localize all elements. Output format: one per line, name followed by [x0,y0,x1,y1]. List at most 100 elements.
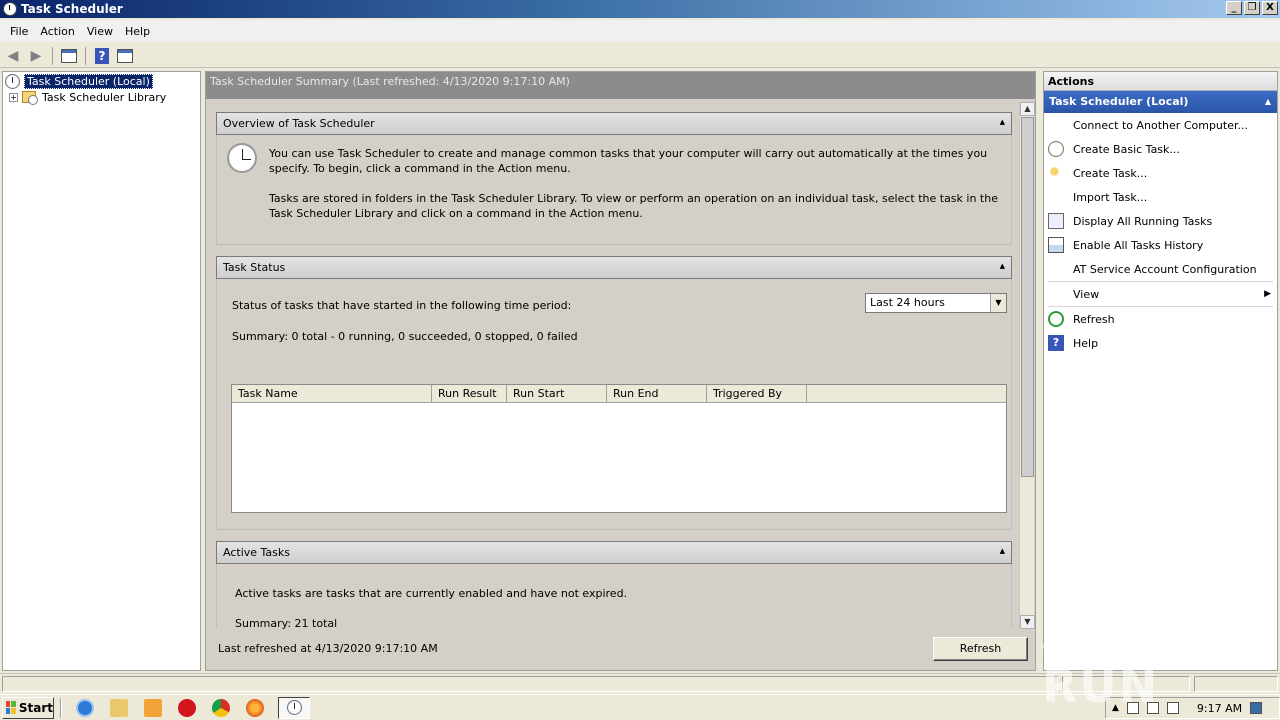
column-header-triggered-by[interactable]: Triggered By [707,385,807,402]
toolbar-divider [85,46,86,65]
clock-icon [5,73,20,89]
window-title: Task Scheduler [21,2,123,16]
action-label: Help [1073,336,1099,350]
collapse-icon[interactable]: ▲ [1000,547,1005,555]
windows-logo-icon [6,701,16,714]
chevron-down-icon[interactable]: ▼ [990,294,1006,312]
collapse-icon[interactable]: ▲ [1265,97,1271,106]
action-label: Display All Running Tasks [1073,214,1213,228]
action-label: View [1073,287,1100,301]
column-header-run-start[interactable]: Run Start [507,385,607,402]
file-explorer-icon[interactable] [110,698,128,717]
task-status-table: Task Name Run Result Run Start Run End T… [231,384,1007,513]
action-enable-all-tasks-history[interactable]: Enable All Tasks History [1044,233,1277,257]
refresh-button[interactable]: Refresh [933,637,1028,661]
chrome-icon[interactable] [212,698,230,717]
period-select-value: Last 24 hours [870,296,945,309]
actions-title: Actions [1044,72,1277,91]
task-status-section: Status of tasks that have started in the… [216,279,1012,530]
period-select[interactable]: Last 24 hours ▼ [865,293,1007,313]
status-cell [1194,676,1278,692]
collapse-icon[interactable]: ▲ [1000,262,1005,270]
menu-action[interactable]: Action [34,23,80,40]
status-summary: Summary: 0 total - 0 running, 0 succeede… [232,330,578,343]
column-header-run-result[interactable]: Run Result [432,385,507,402]
clock-icon [3,2,17,16]
menu-help[interactable]: Help [119,23,156,40]
action-at-service-account-configuration[interactable]: AT Service Account Configuration [1044,257,1277,281]
action-create-task[interactable]: Create Task... [1044,161,1277,185]
system-tray: ▲ 9:17 AM [1105,697,1280,719]
taskbar-divider [60,697,62,718]
console-tree: Task Scheduler (Local) + Task Scheduler … [2,71,201,671]
actions-group-label: Task Scheduler (Local) [1049,95,1189,108]
flag-icon[interactable] [1126,702,1139,714]
action-connect-to-another-computer[interactable]: Connect to Another Computer... [1044,113,1277,137]
column-header-task-name[interactable]: Task Name [232,385,432,402]
minimize-button[interactable]: _ [1226,1,1242,15]
column-header-run-end[interactable]: Run End [607,385,707,402]
scroll-up-icon[interactable]: ▲ [1020,102,1035,116]
start-button[interactable]: Start [2,696,54,719]
action-label: AT Service Account Configuration [1073,262,1257,276]
active-tasks-description: Active tasks are tasks that are currentl… [235,587,628,600]
show-hide-action-pane-icon[interactable] [115,46,135,66]
tree-item-root[interactable]: Task Scheduler (Local) [3,73,200,89]
blank-icon [1048,117,1064,133]
volume-icon[interactable] [1166,702,1179,714]
task-status-section-header[interactable]: Task Status ▲ [216,256,1012,279]
action-label: Connect to Another Computer... [1073,118,1248,132]
forward-arrow-icon[interactable]: ▶ [26,46,46,66]
summary-scrollbar[interactable]: ▲ ▼ [1019,102,1035,629]
clock-time[interactable]: 9:17 AM [1197,702,1242,715]
close-button[interactable]: X [1262,1,1278,15]
blank-icon [1048,286,1064,302]
taskbar-task-scheduler[interactable] [278,696,310,719]
chevron-up-icon[interactable]: ▲ [1112,703,1119,713]
overview-section-header[interactable]: Overview of Task Scheduler ▲ [216,112,1012,135]
start-label: Start [18,700,53,715]
action-label: Enable All Tasks History [1073,238,1204,252]
tree-item-library-label: Task Scheduler Library [42,90,167,104]
expand-icon[interactable]: + [9,92,18,102]
blank-icon [1048,261,1064,277]
active-tasks-section: Active tasks are tasks that are currentl… [216,564,1012,630]
active-tasks-title: Active Tasks [223,546,290,559]
actions-group-header[interactable]: Task Scheduler (Local) ▲ [1044,91,1277,113]
basic-task-icon [1048,141,1064,157]
status-bar [0,673,1280,693]
menu-file[interactable]: File [4,23,34,40]
overview-title: Overview of Task Scheduler [223,117,375,130]
media-player-icon[interactable] [144,698,162,717]
scroll-thumb[interactable] [1021,117,1034,477]
opera-icon[interactable] [178,698,196,717]
tree-item-library[interactable]: + Task Scheduler Library [3,89,200,105]
help-icon[interactable]: ? [92,46,112,66]
blank-icon [1048,189,1064,205]
action-import-task[interactable]: Import Task... [1044,185,1277,209]
action-create-basic-task[interactable]: Create Basic Task... [1044,137,1277,161]
show-desktop-icon[interactable] [1250,702,1263,714]
action-display-all-running-tasks[interactable]: Display All Running Tasks [1044,209,1277,233]
clock-icon [227,143,257,173]
actions-pane: Actions Task Scheduler (Local) ▲ Connect… [1043,71,1278,671]
action-label: Refresh [1073,312,1115,326]
status-cell [1062,676,1190,692]
action-view[interactable]: View ▶ [1044,282,1277,306]
overview-section: You can use Task Scheduler to create and… [216,135,1012,245]
collapse-icon[interactable]: ▲ [1000,118,1005,126]
action-help[interactable]: ? Help [1044,331,1277,355]
firefox-icon[interactable] [246,698,264,717]
scroll-down-icon[interactable]: ▼ [1020,615,1035,629]
active-tasks-section-header[interactable]: Active Tasks ▲ [216,541,1012,564]
back-arrow-icon[interactable]: ◀ [3,46,23,66]
internet-explorer-icon[interactable] [76,698,94,717]
show-hide-console-tree-icon[interactable] [59,46,79,66]
create-task-icon [1048,165,1064,181]
network-icon[interactable] [1146,702,1159,714]
maximize-button[interactable]: ❐ [1244,1,1260,15]
menu-view[interactable]: View [81,23,119,40]
toolbar: ◀ ▶ ? [0,44,1280,68]
last-refreshed-text: Last refreshed at 4/13/2020 9:17:10 AM [218,642,438,655]
action-refresh[interactable]: Refresh [1044,307,1277,331]
